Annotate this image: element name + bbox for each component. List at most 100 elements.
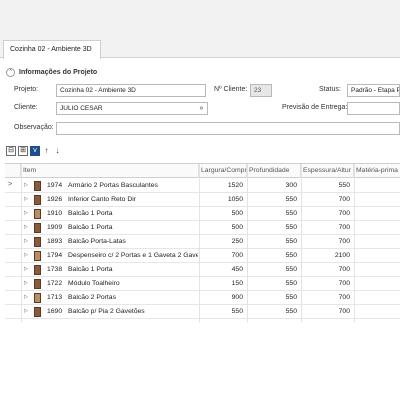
cell-largura: 700 — [231, 252, 243, 259]
module-thumbnail-icon — [34, 209, 41, 219]
module-thumbnail-icon — [34, 251, 41, 261]
numero-cliente-field: 23 — [250, 84, 272, 97]
item-code: 1794 — [47, 252, 63, 259]
cell-materia-prima — [357, 193, 400, 207]
observacao-field[interactable] — [56, 122, 400, 135]
cell-largura: 900 — [231, 294, 243, 301]
grid-toolbar: ⊟ ⊞ v ↑ ↓ — [6, 146, 62, 158]
cell-prof: 550 — [285, 252, 297, 259]
module-thumbnail-icon — [34, 279, 41, 289]
cliente-dropdown[interactable]: JULIO CESAR » — [56, 102, 208, 115]
cell-largura: 1520 — [227, 182, 243, 189]
cell-prof: 550 — [285, 224, 297, 231]
expand-row-icon[interactable]: ▷ — [24, 210, 28, 216]
module-thumbnail-icon — [34, 293, 41, 303]
expand-row-icon[interactable]: ▷ — [24, 238, 28, 244]
table-row[interactable]: ▷ 1722 Módulo Toalheiro 150 550 700 — [5, 277, 400, 291]
view-mode-icon[interactable]: v — [30, 146, 40, 156]
move-down-icon[interactable]: ↓ — [53, 146, 62, 156]
item-name: Inferior Canto Reto Dir — [68, 196, 136, 203]
table-row[interactable]: ▷ 1910 Balcão 1 Porta 500 550 700 — [5, 207, 400, 221]
cell-materia-prima — [357, 277, 400, 291]
expand-row-icon[interactable]: ▷ — [24, 182, 28, 188]
module-thumbnail-icon — [34, 195, 41, 205]
header-materia-prima[interactable]: Matéria-prima — [354, 164, 400, 178]
table-row[interactable]: ▷ 1893 Balcão Porta-Latas 250 550 700 — [5, 235, 400, 249]
cell-esp: 700 — [338, 238, 350, 245]
move-up-icon[interactable]: ↑ — [42, 146, 51, 156]
cell-esp: 2100 — [334, 252, 350, 259]
item-name: Balcão Porta-Latas — [68, 238, 126, 245]
expand-row-icon[interactable]: ▷ — [24, 224, 28, 230]
header-espessura[interactable]: Espessura/Altur — [301, 164, 354, 178]
previsao-entrega-field[interactable] — [347, 102, 400, 115]
projeto-field[interactable]: Cozinha 02 - Ambiente 3D — [56, 84, 206, 97]
cell-prof: 550 — [285, 294, 297, 301]
status-dropdown[interactable]: Padrão - Etapa P — [347, 84, 400, 97]
table-row[interactable]: ▷ 1738 Balcão 1 Porta 450 550 700 — [5, 263, 400, 277]
module-thumbnail-icon — [34, 237, 41, 247]
section-header-informacoes[interactable]: ^ Informações do Projeto — [6, 66, 97, 78]
table-row[interactable]: ▷ 1909 Balcão 1 Porta 500 550 700 — [5, 221, 400, 235]
item-name: Balcão 2 Portas — [68, 294, 116, 301]
cell-materia-prima — [357, 291, 400, 305]
cell-largura: 150 — [231, 280, 243, 287]
table-row[interactable]: ▷ 1713 Balcão 2 Portas 900 550 700 — [5, 291, 400, 305]
expand-row-icon[interactable]: ▷ — [24, 252, 28, 258]
item-code: 1690 — [47, 308, 63, 315]
expand-row-icon[interactable]: ▷ — [24, 196, 28, 202]
cell-esp: 550 — [338, 182, 350, 189]
cell-materia-prima — [357, 305, 400, 319]
item-name: Despenseiro c/ 2 Portas e 1 Gaveta 2 Gav… — [68, 252, 198, 259]
previsao-entrega-label: Previsão de Entrega: — [282, 104, 348, 111]
section-title: Informações do Projeto — [19, 68, 98, 76]
item-code: 1722 — [47, 280, 63, 287]
expand-row-icon[interactable]: ▷ — [24, 308, 28, 314]
cell-largura: 1050 — [227, 196, 243, 203]
item-code: 1926 — [47, 196, 63, 203]
items-grid: Item Largura/Compr Profundidade Espessur… — [5, 163, 400, 322]
table-row[interactable]: ▷ 1794 Despenseiro c/ 2 Portas e 1 Gaveta … — [5, 249, 400, 263]
item-code: 1909 — [47, 224, 63, 231]
item-name: Balcão 1 Porta — [68, 266, 113, 273]
tab-cozinha-02[interactable]: Cozinha 02 - Ambiente 3D — [3, 40, 101, 59]
cell-largura: 550 — [231, 308, 243, 315]
collapse-all-icon[interactable]: ⊟ — [6, 146, 16, 156]
observacao-label: Observação: — [14, 124, 54, 131]
module-thumbnail-icon — [34, 265, 41, 275]
cell-esp: 700 — [338, 196, 350, 203]
table-row[interactable]: ▷ 1926 Inferior Canto Reto Dir 1050 550 700 — [5, 193, 400, 207]
header-largura[interactable]: Largura/Compr — [199, 164, 247, 178]
expand-all-icon[interactable]: ⊞ — [18, 146, 28, 156]
item-code: 1974 — [47, 182, 63, 189]
item-name: Balcão 1 Porta — [68, 210, 113, 217]
numero-cliente-label: Nº Cliente: — [214, 86, 248, 93]
header-item[interactable]: Item — [21, 164, 199, 178]
chevron-down-icon[interactable]: » — [197, 104, 206, 113]
cell-materia-prima — [357, 221, 400, 235]
cell-materia-prima — [357, 207, 400, 221]
table-row[interactable]: > ▷ 1974 Armário 2 Portas Basculantes 1520 30… — [5, 179, 400, 193]
status-label: Status: — [319, 86, 341, 93]
item-code: 1893 — [47, 238, 63, 245]
cell-esp: 700 — [338, 280, 350, 287]
item-code: 1910 — [47, 210, 63, 217]
collapse-section-icon[interactable]: ^ — [6, 67, 15, 77]
cliente-value: JULIO CESAR — [60, 105, 103, 112]
expand-row-icon[interactable]: ▷ — [24, 280, 28, 286]
expand-row-icon[interactable]: ▷ — [24, 294, 28, 300]
header-indicator-column — [5, 164, 21, 178]
module-thumbnail-icon — [34, 307, 41, 317]
table-row[interactable]: ▷ 1690 Balcão p/ Pia 2 Gavetões 550 550 700 — [5, 305, 400, 319]
header-profundidade[interactable]: Profundidade — [247, 164, 301, 178]
projeto-label: Projeto: — [14, 86, 39, 93]
item-code: 1713 — [47, 294, 63, 301]
cell-materia-prima — [357, 235, 400, 249]
module-thumbnail-icon — [34, 181, 41, 191]
item-name: Armário 2 Portas Basculantes — [68, 182, 158, 189]
cell-largura: 500 — [231, 224, 243, 231]
module-thumbnail-icon — [34, 223, 41, 233]
cell-prof: 550 — [285, 196, 297, 203]
cell-materia-prima — [357, 179, 400, 193]
expand-row-icon[interactable]: ▷ — [24, 266, 28, 272]
